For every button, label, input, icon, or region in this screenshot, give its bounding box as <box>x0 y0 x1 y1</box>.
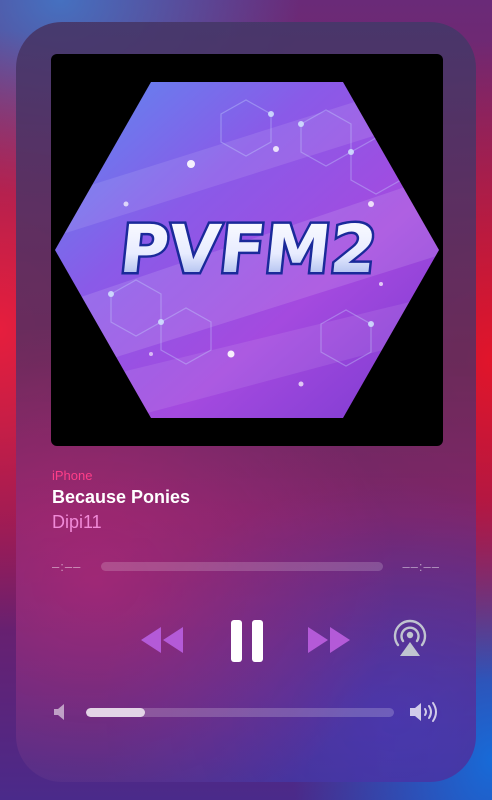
output-device-label: iPhone <box>52 468 93 483</box>
volume-level-fill <box>86 708 145 717</box>
track-title: Because Ponies <box>52 487 191 507</box>
album-artwork: PVFM2 <box>51 54 443 446</box>
pause-button[interactable] <box>229 619 265 663</box>
volume-slider[interactable] <box>86 708 394 717</box>
elapsed-time: –:–– <box>52 559 82 574</box>
track-artist: Dipi11 <box>52 512 102 532</box>
fast-forward-icon <box>308 627 350 653</box>
now-playing-card: PVFM2 iPhone Because Ponies Dipi11 –:–– … <box>16 22 476 782</box>
airplay-button[interactable] <box>389 618 431 660</box>
remaining-time: ––:–– <box>402 559 440 574</box>
speaker-high-icon <box>409 701 441 723</box>
artwork-logo-text: PVFM2 <box>116 211 380 288</box>
rewind-button[interactable] <box>139 625 187 655</box>
speaker-low-icon <box>53 703 67 721</box>
fast-forward-button[interactable] <box>304 625 352 655</box>
progress-scrubber[interactable] <box>101 562 383 571</box>
airplay-audio-icon <box>393 619 427 656</box>
rewind-icon <box>141 627 183 653</box>
pause-icon <box>231 620 263 662</box>
